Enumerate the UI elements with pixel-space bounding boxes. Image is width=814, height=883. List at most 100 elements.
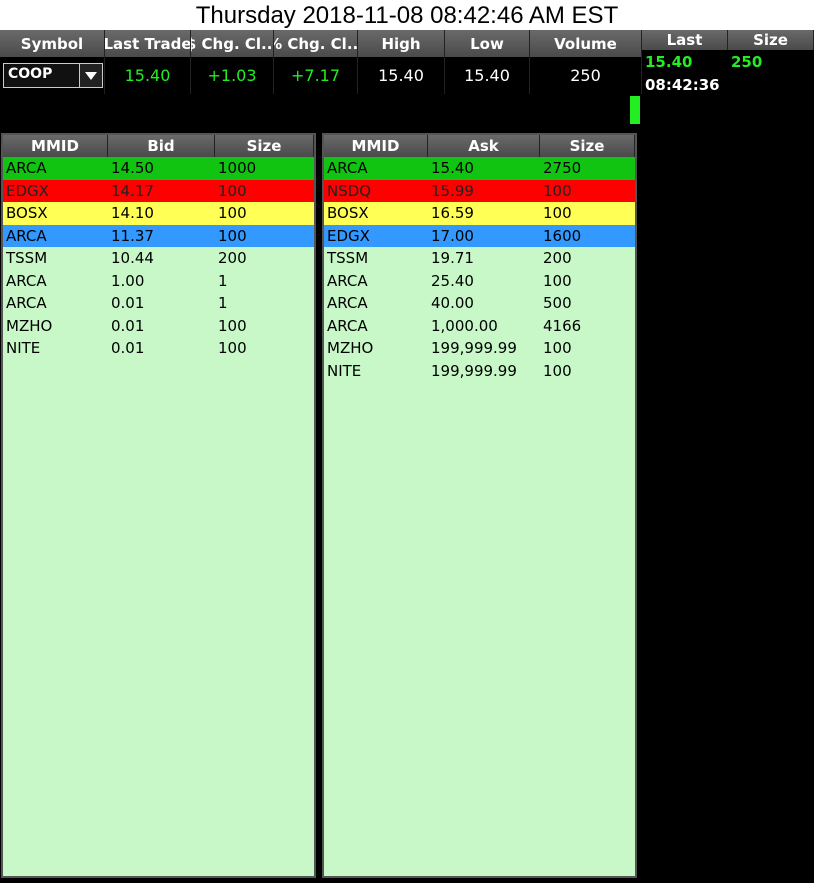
book-row[interactable]: MZHO 0.01 100 — [3, 315, 314, 338]
book-cell-mmid: ARCA — [6, 159, 47, 178]
book-cell-size: 100 — [543, 204, 572, 223]
chevron-down-icon[interactable] — [80, 64, 102, 87]
header-bid-mmid[interactable]: MMID — [3, 135, 108, 157]
datetime-banner: Thursday 2018-11-08 08:42:46 AM EST — [0, 0, 814, 30]
book-row[interactable]: ARCA 0.01 1 — [3, 292, 314, 315]
book-cell-size: 500 — [543, 294, 572, 313]
symbol-input[interactable]: COOP — [4, 64, 80, 87]
bid-book: MMID Bid Size ARCA 14.50 1000 EDGX 14.17 100 B… — [1, 133, 316, 878]
book-cell-size: 200 — [218, 249, 247, 268]
book-row[interactable]: NITE 0.01 100 — [3, 337, 314, 360]
quote-row: COOP 15.40 +1.03 +7.17 15.40 15.40 250 — [0, 57, 642, 94]
book-cell-mmid: ARCA — [327, 294, 368, 313]
book-cell-price: 1,000.00 — [431, 316, 498, 335]
book-cell-size: 100 — [543, 361, 572, 380]
header-ts-last[interactable]: Last — [642, 30, 728, 50]
book-row[interactable]: ARCA 1.00 1 — [3, 270, 314, 293]
book-cell-mmid: EDGX — [327, 226, 370, 245]
header-percent-change[interactable]: % Chg. Cl... — [274, 30, 358, 57]
book-cell-mmid: MZHO — [6, 316, 53, 335]
symbol-select[interactable]: COOP — [3, 63, 103, 88]
book-cell-size: 2750 — [543, 159, 582, 178]
book-cell-size: 100 — [218, 181, 247, 200]
book-row[interactable]: MZHO 199,999.99 100 — [324, 337, 635, 360]
bid-book-header: MMID Bid Size — [3, 135, 314, 157]
book-cell-size: 100 — [543, 339, 572, 358]
book-cell-size: 100 — [543, 181, 572, 200]
book-cell-mmid: NSDQ — [327, 181, 372, 200]
book-cell-mmid: MZHO — [327, 339, 374, 358]
book-cell-mmid: BOSX — [327, 204, 369, 223]
book-row[interactable]: BOSX 16.59 100 — [324, 202, 635, 225]
book-cell-size: 100 — [218, 339, 247, 358]
book-cell-size: 1 — [218, 294, 228, 313]
volume-value: 250 — [530, 57, 642, 94]
book-cell-mmid: TSSM — [327, 249, 369, 268]
book-cell-size: 100 — [543, 271, 572, 290]
header-ts-size[interactable]: Size — [728, 30, 814, 50]
book-cell-price: 14.17 — [111, 181, 154, 200]
header-symbol[interactable]: Symbol — [0, 30, 105, 57]
book-cell-size: 1600 — [543, 226, 582, 245]
header-ask-size[interactable]: Size — [540, 135, 635, 157]
ts-time-value: 08:42:36 — [645, 76, 720, 94]
book-cell-mmid: ARCA — [6, 226, 47, 245]
book-row[interactable]: ARCA 40.00 500 — [324, 292, 635, 315]
book-row[interactable]: TSSM 19.71 200 — [324, 247, 635, 270]
book-cell-mmid: ARCA — [327, 271, 368, 290]
header-ask-mmid[interactable]: MMID — [324, 135, 428, 157]
book-cell-price: 14.10 — [111, 204, 154, 223]
book-cell-price: 15.99 — [431, 181, 474, 200]
book-cell-price: 19.71 — [431, 249, 474, 268]
book-row[interactable]: ARCA 11.37 100 — [3, 224, 314, 247]
header-high[interactable]: High — [358, 30, 445, 57]
header-bid-size[interactable]: Size — [215, 135, 314, 157]
book-cell-price: 40.00 — [431, 294, 474, 313]
time-sales-header: Last Size — [642, 30, 814, 50]
last-trade-value: 15.40 — [105, 57, 191, 94]
book-cell-size: 200 — [543, 249, 572, 268]
dollar-change-value: +1.03 — [191, 57, 274, 94]
book-row[interactable]: ARCA 15.40 2750 — [324, 157, 635, 180]
book-row[interactable]: ARCA 1,000.00 4166 — [324, 315, 635, 338]
high-value: 15.40 — [358, 57, 445, 94]
ask-book: MMID Ask Size ARCA 15.40 2750 NSDQ 15.99 100 B… — [322, 133, 637, 878]
header-bid-price[interactable]: Bid — [108, 135, 215, 157]
book-row[interactable]: NITE 199,999.99 100 — [324, 360, 635, 383]
tick-indicator-bar — [630, 96, 640, 124]
book-row[interactable]: TSSM 10.44 200 — [3, 247, 314, 270]
book-row[interactable]: BOSX 14.10 100 — [3, 202, 314, 225]
book-cell-price: 0.01 — [111, 316, 145, 335]
book-cell-size: 1 — [218, 271, 228, 290]
book-cell-price: 199,999.99 — [431, 339, 517, 358]
quote-header: Symbol Last Trade $ Chg. Cl... % Chg. Cl… — [0, 30, 642, 57]
book-row[interactable]: ARCA 25.40 100 — [324, 270, 635, 293]
book-row[interactable]: NSDQ 15.99 100 — [324, 179, 635, 202]
book-cell-mmid: NITE — [6, 339, 41, 358]
book-cell-size: 1000 — [218, 159, 257, 178]
header-low[interactable]: Low — [445, 30, 530, 57]
book-cell-mmid: NITE — [327, 361, 362, 380]
header-last-trade[interactable]: Last Trade — [105, 30, 191, 57]
book-cell-mmid: ARCA — [327, 316, 368, 335]
book-cell-mmid: TSSM — [6, 249, 48, 268]
header-dollar-change[interactable]: $ Chg. Cl... — [191, 30, 274, 57]
book-cell-size: 100 — [218, 316, 247, 335]
ask-book-header: MMID Ask Size — [324, 135, 635, 157]
book-cell-price: 25.40 — [431, 271, 474, 290]
book-cell-price: 11.37 — [111, 226, 154, 245]
book-row[interactable]: ARCA 14.50 1000 — [3, 157, 314, 180]
header-ask-price[interactable]: Ask — [428, 135, 540, 157]
book-cell-mmid: EDGX — [6, 181, 49, 200]
book-cell-price: 199,999.99 — [431, 361, 517, 380]
book-cell-price: 16.59 — [431, 204, 474, 223]
book-cell-price: 0.01 — [111, 339, 145, 358]
book-row[interactable]: EDGX 14.17 100 — [3, 179, 314, 202]
percent-change-value: +7.17 — [274, 57, 358, 94]
book-cell-price: 17.00 — [431, 226, 474, 245]
symbol-cell: COOP — [0, 57, 105, 94]
book-cell-mmid: BOSX — [6, 204, 48, 223]
book-cell-mmid: ARCA — [327, 159, 368, 178]
book-row[interactable]: EDGX 17.00 1600 — [324, 224, 635, 247]
header-volume[interactable]: Volume — [530, 30, 642, 57]
